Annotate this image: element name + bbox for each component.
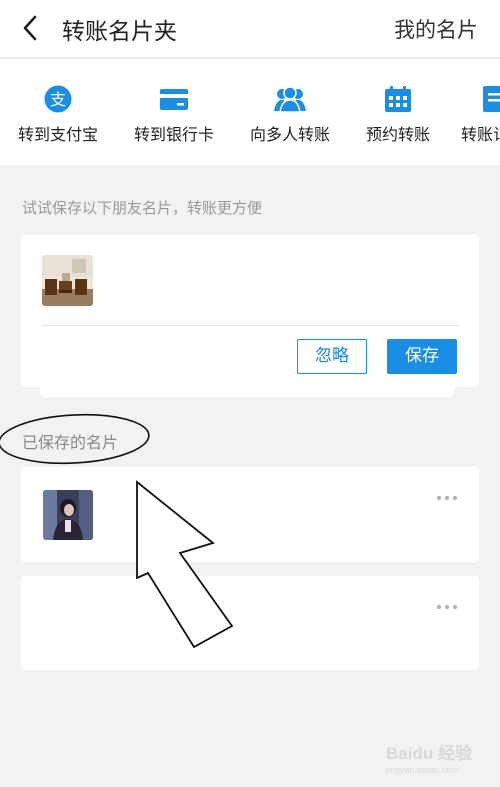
users-icon: [274, 86, 306, 113]
page-title: 转账名片夹: [62, 19, 177, 45]
suggestion-hint: 试试保存以下朋友名片，转账更方便: [22, 199, 263, 217]
top-bar: 转账名片夹 我的名片: [0, 0, 500, 58]
avatar: [43, 490, 93, 540]
quick-actions-bar: 支 转到支付宝 转到银行卡 向多人转账 预约转账 转账: [0, 59, 500, 165]
quick-action-scheduled[interactable]: 预约转账: [343, 85, 453, 145]
alipay-icon: 支: [44, 85, 72, 113]
quick-action-label: 转账记: [461, 125, 500, 144]
calendar-icon: [385, 86, 411, 112]
saved-contact-card[interactable]: [21, 576, 479, 670]
divider: [42, 325, 459, 326]
my-card-link[interactable]: 我的名片: [394, 14, 478, 44]
save-button[interactable]: 保存: [387, 339, 457, 374]
svg-text:支: 支: [50, 90, 66, 109]
watermark: Baidu 经验 jingyan.baidu.com: [385, 735, 478, 779]
quick-action-label: 预约转账: [365, 125, 430, 144]
quick-action-multi-transfer[interactable]: 向多人转账: [235, 85, 345, 145]
more-icon[interactable]: [436, 493, 458, 503]
saved-contact-card[interactable]: [21, 467, 479, 562]
back-button[interactable]: [18, 14, 46, 42]
ignore-button[interactable]: 忽略: [297, 339, 367, 374]
watermark-url: jingyan.baidu.com: [386, 765, 459, 775]
quick-action-alipay[interactable]: 支 转到支付宝: [3, 85, 113, 145]
record-icon: [483, 86, 500, 112]
quick-action-label: 转到银行卡: [133, 125, 214, 144]
bank-card-icon: [160, 89, 188, 110]
chevron-left-icon: [23, 15, 37, 41]
quick-action-records[interactable]: 转账记: [438, 85, 500, 145]
watermark-brand: Baidu 经验: [386, 743, 473, 763]
suggested-contact-card: 忽略 保存: [21, 235, 479, 387]
quick-action-label: 转到支付宝: [17, 125, 98, 144]
quick-action-bank-card[interactable]: 转到银行卡: [119, 85, 229, 145]
saved-cards-heading: 已保存的名片: [22, 433, 119, 452]
quick-action-label: 向多人转账: [249, 125, 330, 144]
more-icon[interactable]: [436, 602, 458, 612]
avatar: [42, 255, 93, 306]
